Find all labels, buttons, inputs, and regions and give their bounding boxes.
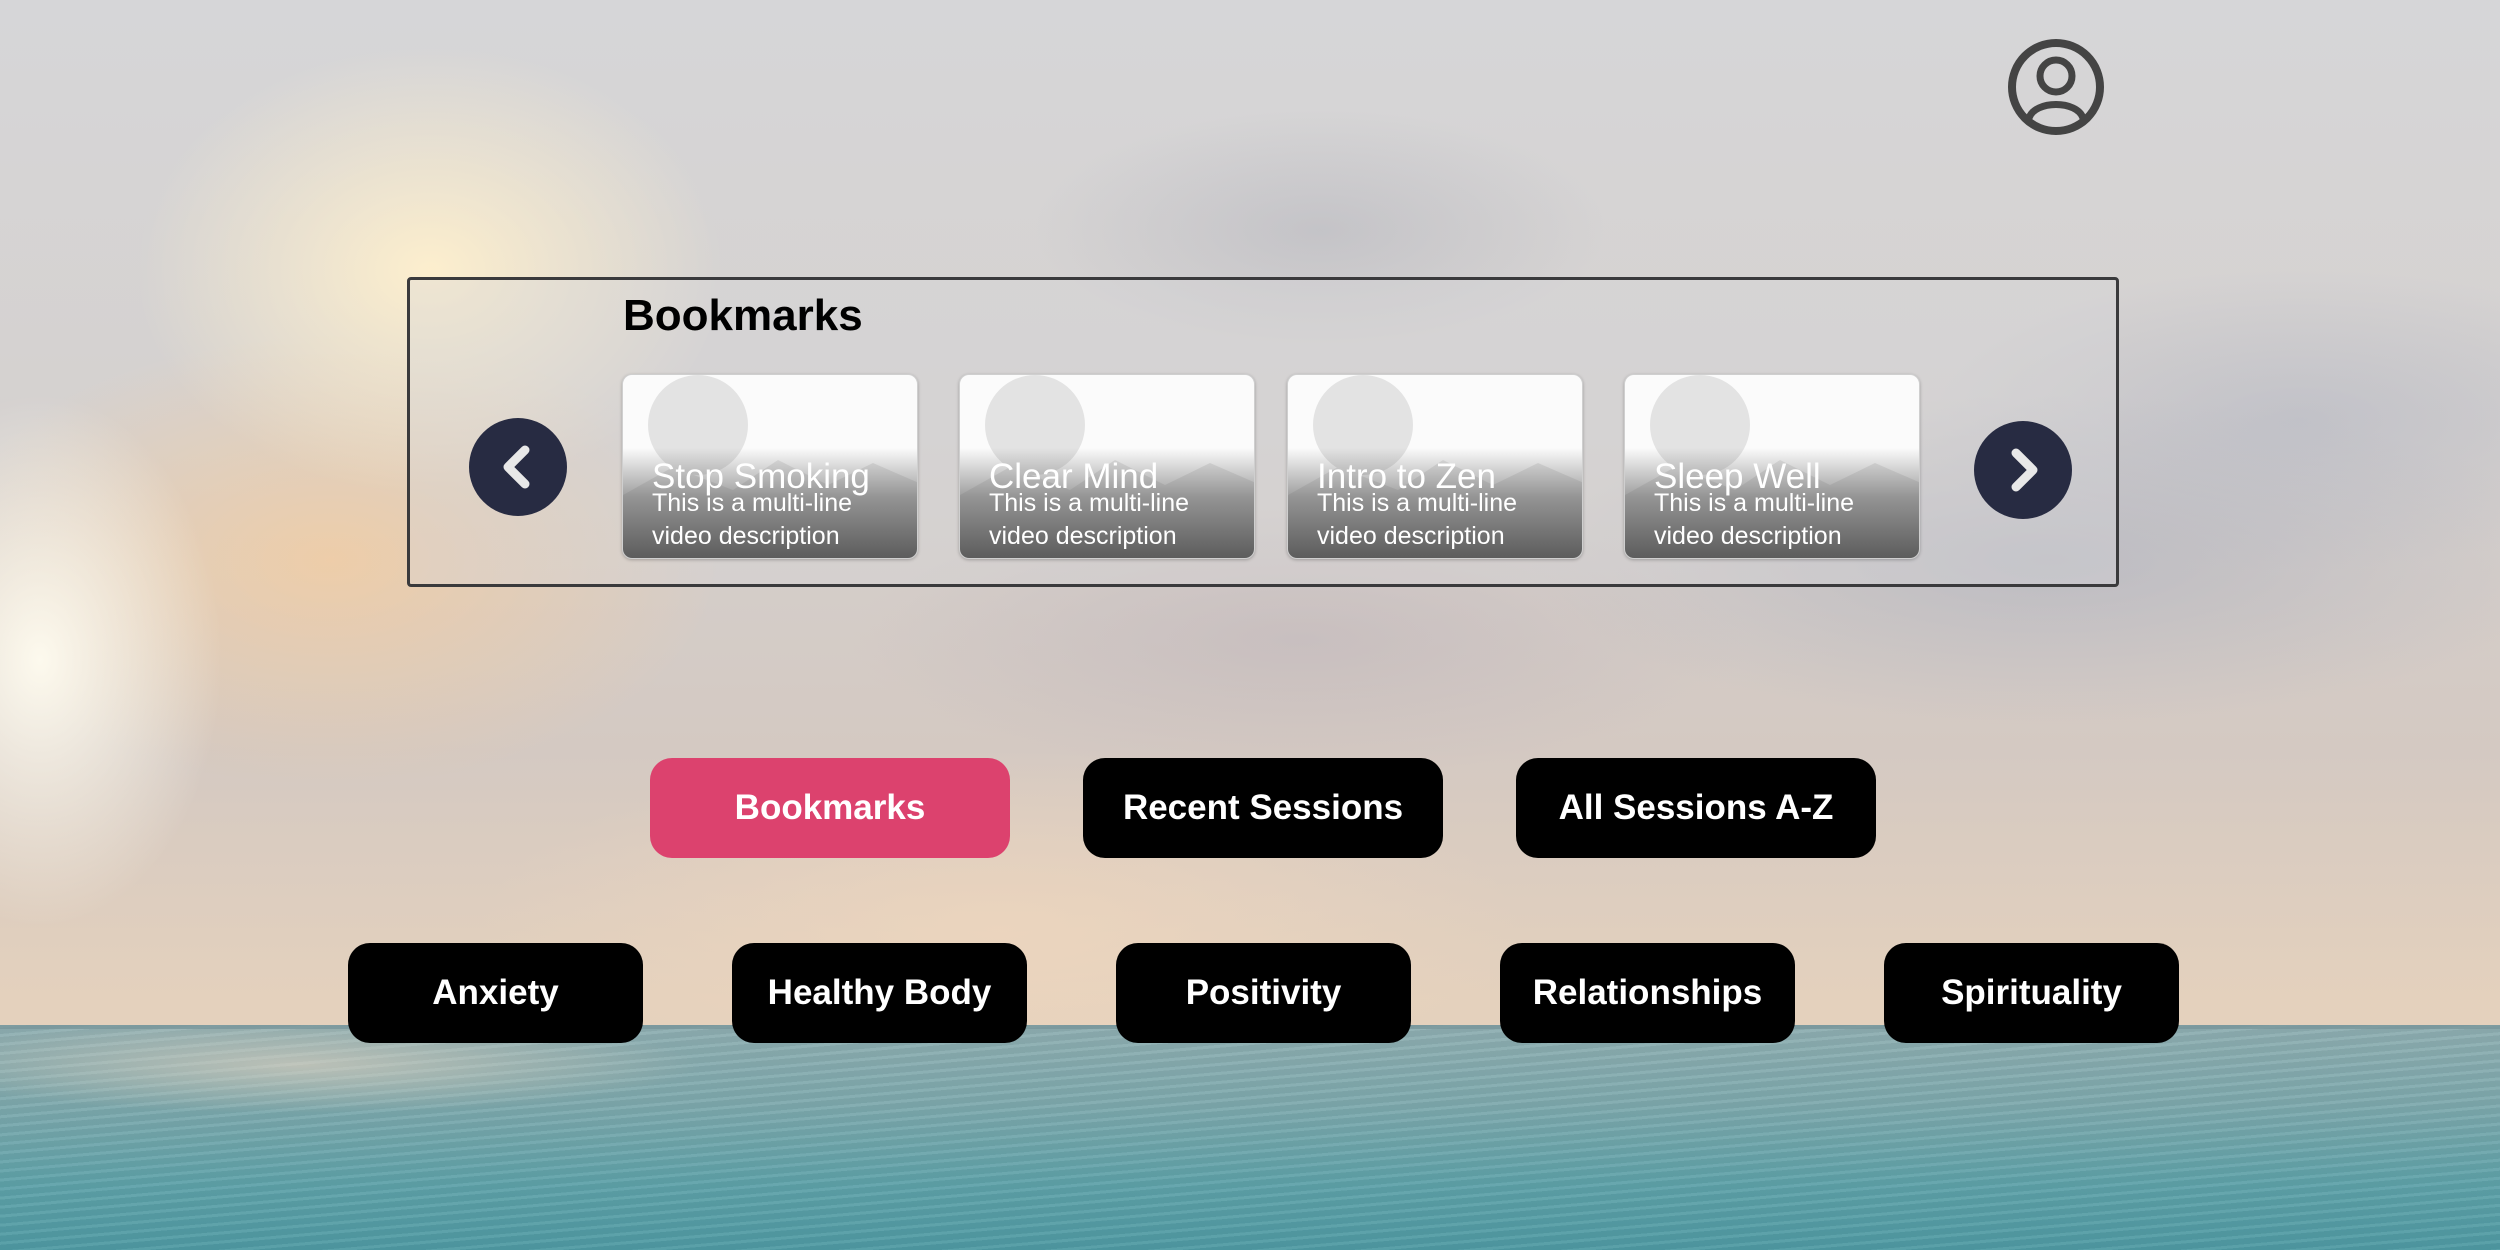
category-spirituality-button[interactable]: Spirituality: [1884, 943, 2179, 1043]
tab-all-sessions-a-z[interactable]: All Sessions A-Z: [1516, 758, 1876, 858]
chevron-right-icon: [2011, 448, 2038, 492]
tab-recent-sessions[interactable]: Recent Sessions: [1083, 758, 1443, 858]
bookmark-card[interactable]: Stop Smoking This is a multi-line video …: [622, 374, 918, 559]
card-description: This is a multi-line video description: [652, 489, 853, 550]
bookmark-card[interactable]: Sleep Well This is a multi-line video de…: [1624, 374, 1920, 559]
bookmark-card[interactable]: Intro to Zen This is a multi-line video …: [1287, 374, 1583, 559]
tab-bookmarks[interactable]: Bookmarks: [650, 758, 1010, 858]
carousel-prev-button[interactable]: [469, 418, 567, 516]
app-screen: Bookmarks Stop Smoking This is a multi-l…: [0, 0, 2500, 1250]
category-healthy-body-button[interactable]: Healthy Body: [732, 943, 1027, 1043]
background-sea: [0, 1025, 2500, 1250]
carousel-next-button[interactable]: [1974, 421, 2072, 519]
card-description: This is a multi-line video description: [1654, 489, 1855, 550]
chevron-left-icon: [503, 445, 530, 489]
category-positivity-button[interactable]: Positivity: [1116, 943, 1411, 1043]
category-anxiety-button[interactable]: Anxiety: [348, 943, 643, 1043]
carousel-title: Bookmarks: [623, 291, 863, 340]
user-circle-icon: [2008, 39, 2104, 135]
category-relationships-button[interactable]: Relationships: [1500, 943, 1795, 1043]
card-description: This is a multi-line video description: [989, 489, 1190, 550]
profile-button[interactable]: [2007, 38, 2105, 136]
bookmark-card[interactable]: Clear Mind This is a multi-line video de…: [959, 374, 1255, 559]
card-description: This is a multi-line video description: [1317, 489, 1518, 550]
